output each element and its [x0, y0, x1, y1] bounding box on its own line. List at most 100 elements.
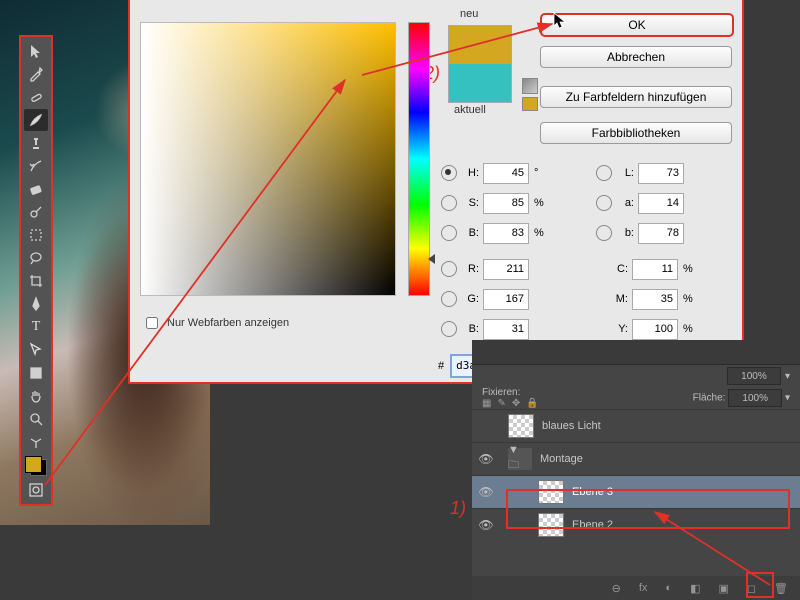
row-g: G: [437, 288, 529, 310]
foreground-swatch[interactable] [25, 456, 42, 473]
type-tool[interactable]: T [24, 316, 48, 338]
hue-slider-handle[interactable] [428, 254, 435, 264]
layer-row-0[interactable]: blaues Licht [472, 409, 800, 442]
h-input[interactable] [483, 163, 529, 184]
path-select-tool[interactable] [24, 339, 48, 361]
layer-row-3[interactable]: 👁 Ebene 2 [472, 508, 800, 541]
current-color-swatch[interactable] [449, 64, 511, 102]
layer-list[interactable]: blaues Licht 👁 ▼ 🗀 Montage 👁 Ebene 3 👁 Ebene 2 [472, 409, 800, 541]
dropdown-icon[interactable]: ▾ [785, 371, 790, 382]
visibility-icon[interactable]: 👁 [472, 485, 500, 499]
web-colors-input[interactable] [146, 317, 158, 329]
footer-icon-1[interactable]: fx [639, 582, 648, 594]
sat-radio[interactable] [441, 195, 457, 211]
footer-icon-4[interactable]: ▣ [718, 582, 728, 595]
row-y: Y:% [610, 318, 693, 340]
c-input[interactable] [632, 259, 678, 280]
cancel-button[interactable]: Abbrechen [540, 46, 732, 68]
healing-tool[interactable] [24, 86, 48, 108]
3d-tool[interactable] [24, 431, 48, 453]
crop-tool[interactable] [24, 270, 48, 292]
lab-b-input[interactable] [638, 223, 684, 244]
lock-label: Fixieren: [482, 387, 520, 398]
cancel-label: Abbrechen [607, 50, 665, 64]
move-tool[interactable] [24, 40, 48, 62]
lasso-tool[interactable] [24, 247, 48, 269]
web-colors-label: Nur Webfarben anzeigen [167, 317, 289, 329]
folder-icon: ▼ 🗀 [508, 448, 532, 470]
y-input[interactable] [632, 319, 678, 340]
layer-row-1[interactable]: 👁 ▼ 🗀 Montage [472, 442, 800, 475]
hash-label: # [438, 360, 444, 372]
row-m: M:% [610, 288, 693, 310]
a-input[interactable] [638, 193, 684, 214]
add-swatch-button[interactable]: Zu Farbfeldern hinzufügen [540, 86, 732, 108]
layers-panel: 100%▾ Fixieren: ▦✎✥🔒 Fläche: 100% ▾ blau… [472, 340, 800, 600]
color-preview [448, 25, 512, 103]
eyedropper-tool[interactable] [24, 63, 48, 85]
layer-name: Montage [540, 453, 800, 465]
row-a: a: [592, 192, 684, 214]
footer-icon-5[interactable]: ◻ [747, 582, 756, 595]
row-lab-b: b: [592, 222, 684, 244]
visibility-icon[interactable]: 👁 [472, 518, 500, 532]
color-libs-button[interactable]: Farbbibliotheken [540, 122, 732, 144]
hue-radio[interactable] [441, 165, 457, 181]
zoom-tool[interactable] [24, 408, 48, 430]
m-input[interactable] [632, 289, 678, 310]
nearest-color-swatch[interactable] [522, 97, 538, 111]
ok-label: OK [628, 18, 645, 32]
new-color-swatch[interactable] [449, 26, 511, 64]
bri-radio[interactable] [441, 225, 457, 241]
hue-slider[interactable] [408, 22, 430, 296]
dodge-tool[interactable] [24, 201, 48, 223]
stamp-tool[interactable] [24, 132, 48, 154]
l-input[interactable] [638, 163, 684, 184]
footer-icon-0[interactable]: ⊖ [612, 582, 621, 595]
layer-name: Ebene 3 [572, 486, 800, 498]
r-input[interactable] [483, 259, 529, 280]
row-l: L: [592, 162, 684, 184]
color-swatches[interactable] [24, 455, 48, 477]
eraser-tool[interactable] [24, 178, 48, 200]
add-label: Zu Farbfeldern hinzufügen [566, 90, 707, 104]
quickmask-tool[interactable] [24, 479, 48, 501]
lock-icons[interactable]: ▦✎✥🔒 [482, 398, 539, 409]
sv-field[interactable] [140, 22, 396, 296]
row-h: H:° [437, 162, 538, 184]
b-input[interactable] [483, 223, 529, 244]
brush-tool[interactable] [24, 109, 48, 131]
pen-tool[interactable] [24, 293, 48, 315]
layer-name: Ebene 2 [572, 519, 800, 531]
shape-tool[interactable] [24, 362, 48, 384]
fill-value[interactable]: 100% [728, 389, 782, 407]
s-input[interactable] [483, 193, 529, 214]
opacity-value[interactable]: 100% [727, 367, 781, 385]
layer-row-2[interactable]: 👁 Ebene 3 [472, 475, 800, 508]
ok-button[interactable]: OK [540, 13, 734, 37]
footer-icon-3[interactable]: ◧ [690, 582, 700, 595]
current-label: aktuell [454, 104, 486, 116]
history-brush-tool[interactable] [24, 155, 48, 177]
a-radio[interactable] [596, 195, 612, 211]
row-bl: B: [437, 318, 529, 340]
g-input[interactable] [483, 289, 529, 310]
layer-name: blaues Licht [542, 420, 800, 432]
web-colors-checkbox[interactable]: Nur Webfarben anzeigen [142, 314, 289, 332]
lab-b-radio[interactable] [596, 225, 612, 241]
new-label: neu [460, 8, 478, 20]
fill-label: Fläche: [693, 393, 726, 404]
panel-header [472, 340, 800, 365]
footer-icon-6[interactable]: 🗑 [774, 582, 788, 595]
hand-tool[interactable] [24, 385, 48, 407]
bl-radio[interactable] [441, 321, 457, 337]
footer-icon-2[interactable]: ◐ [665, 582, 672, 594]
marquee-tool[interactable] [24, 224, 48, 246]
bl-input[interactable] [483, 319, 529, 340]
g-radio[interactable] [441, 291, 457, 307]
l-radio[interactable] [596, 165, 612, 181]
color-cube-icon[interactable] [522, 78, 538, 94]
layer-thumb [508, 414, 534, 438]
r-radio[interactable] [441, 261, 457, 277]
visibility-icon[interactable]: 👁 [472, 452, 500, 466]
